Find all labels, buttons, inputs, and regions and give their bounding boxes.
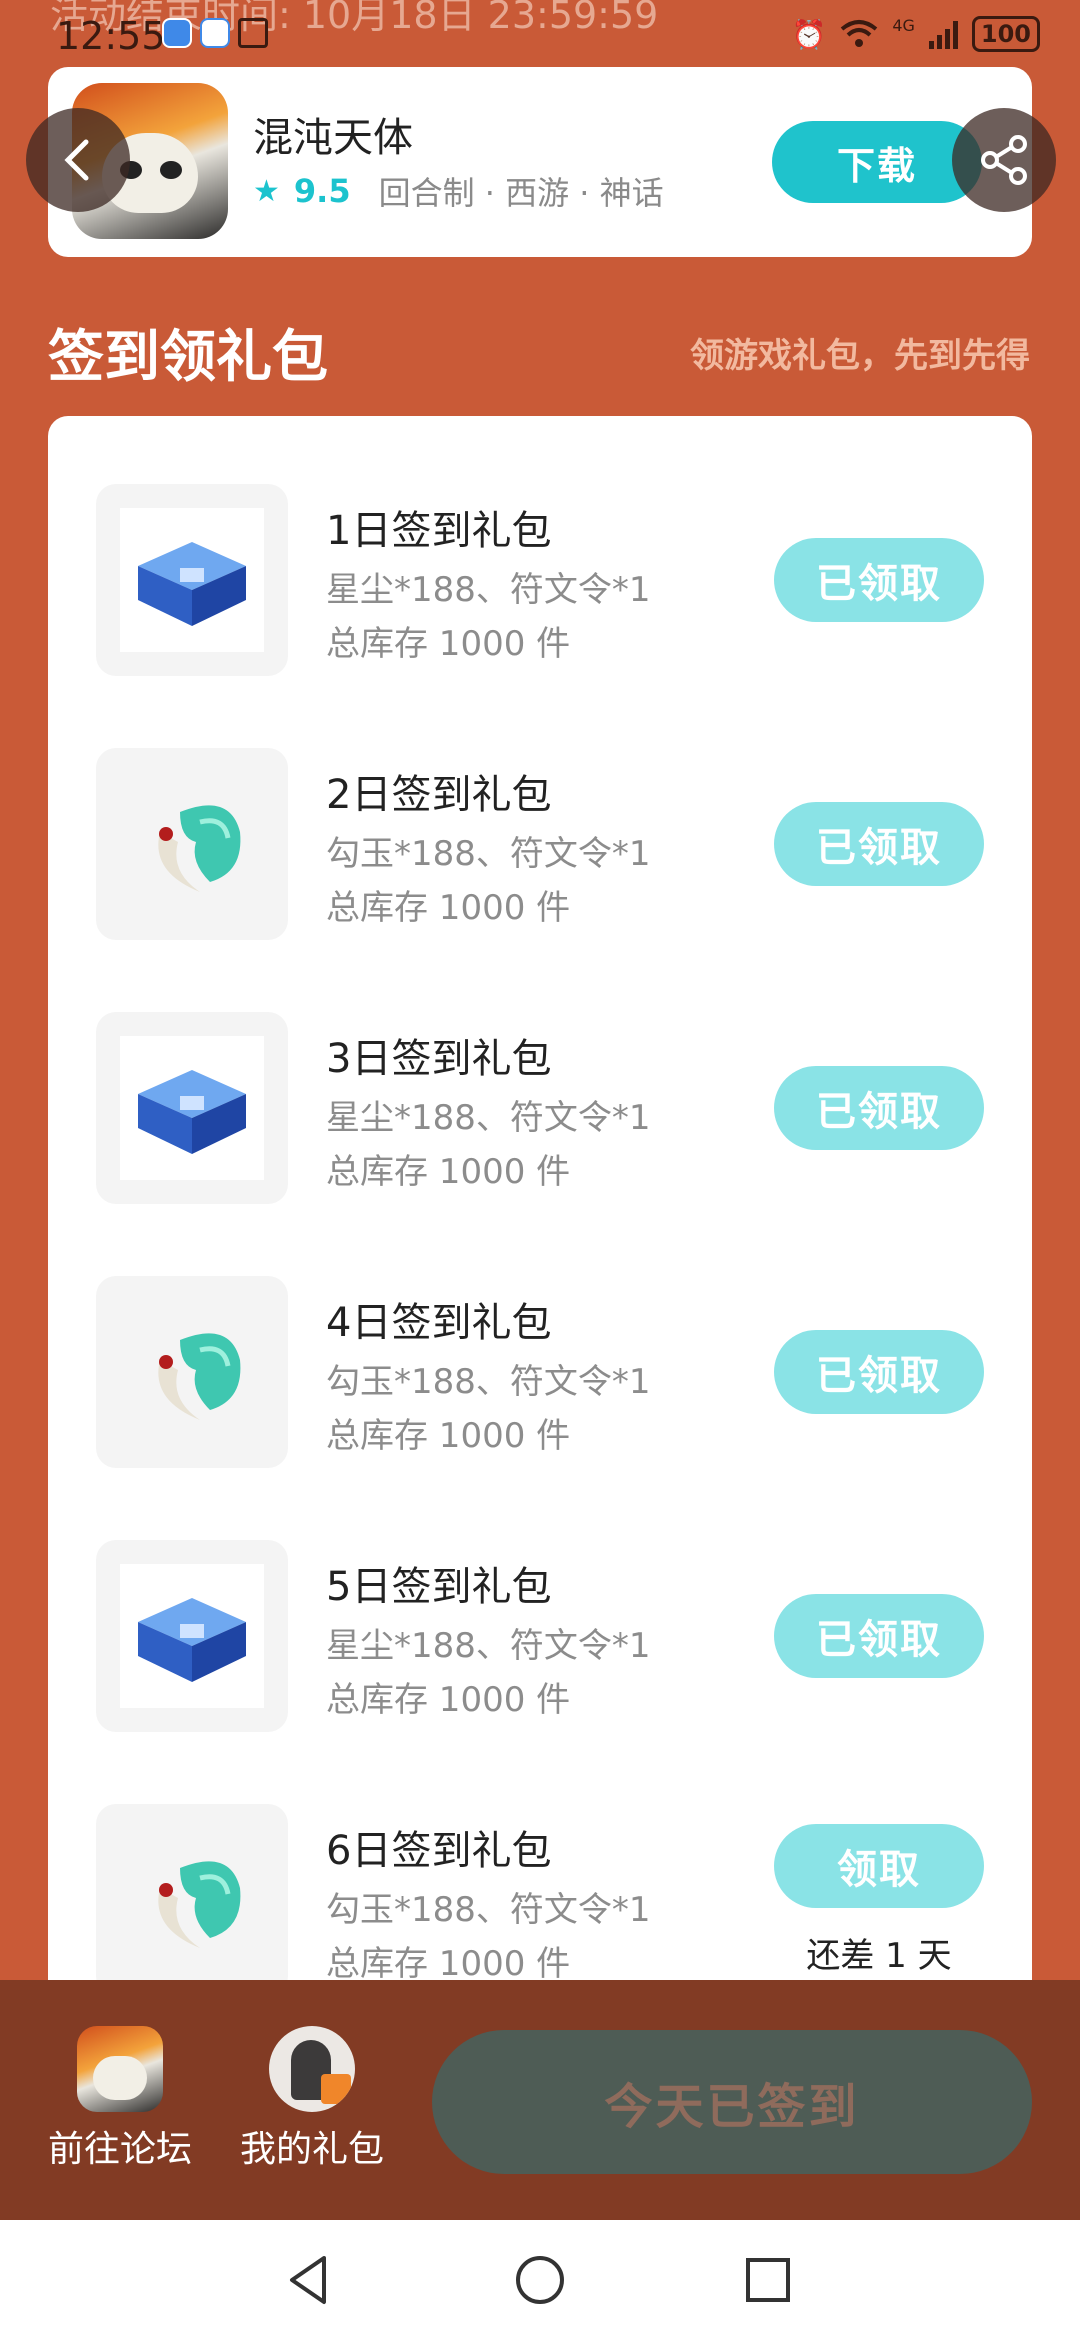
gift-name: 5日签到礼包 xyxy=(326,1564,552,1610)
wifi-icon xyxy=(841,20,878,47)
blue-chest-icon xyxy=(138,542,246,626)
gift-stock: 总库存 1000 件 xyxy=(326,1152,571,1192)
share-icon xyxy=(981,135,1027,185)
gift-row-day-2: 2日签到礼包 勾玉*188、符文令*1 总库存 1000 件 已领取 xyxy=(48,714,1032,978)
gift-content: 勾玉*188、符文令*1 xyxy=(326,1362,651,1402)
gift-list[interactable]: 1日签到礼包 星尘*188、符文令*1 总库存 1000 件 已领取 2日签到礼… xyxy=(48,416,1032,1996)
jade-icon xyxy=(158,1861,241,1948)
gift-name: 1日签到礼包 xyxy=(326,508,552,554)
chevron-left-icon xyxy=(64,139,89,181)
gift-stock: 总库存 1000 件 xyxy=(326,624,571,664)
jade-icon xyxy=(158,1333,241,1420)
download-button[interactable]: 下载 xyxy=(772,121,982,203)
gift-stock: 总库存 1000 件 xyxy=(326,888,571,928)
forum-label: 前往论坛 xyxy=(47,2129,192,2170)
gift-content: 星尘*188、符文令*1 xyxy=(326,570,651,610)
nfc-icon xyxy=(238,18,268,48)
gift-thumbnail xyxy=(96,1540,288,1732)
my-gifts-link[interactable]: 我的礼包 xyxy=(222,2026,402,2172)
battery-level: 100 xyxy=(980,20,1031,48)
star-icon: ★ xyxy=(253,173,280,209)
back-nav-icon[interactable] xyxy=(284,2254,334,2306)
gift-row-day-4: 4日签到礼包 勾玉*188、符文令*1 总库存 1000 件 已领取 xyxy=(48,1242,1032,1506)
recents-nav-icon[interactable] xyxy=(744,2256,792,2304)
status-bar: 12:55 ⏰ 4G 100 xyxy=(0,0,1080,68)
status-time: 12:55 xyxy=(56,14,166,58)
system-navigation-bar xyxy=(0,2220,1080,2340)
gift-thumbnail xyxy=(96,1276,288,1468)
weather-notification-icon xyxy=(200,18,230,48)
days-remaining-note: 还差 1 天 xyxy=(806,1936,952,1976)
gift-name: 2日签到礼包 xyxy=(326,772,552,818)
gift-name: 4日签到礼包 xyxy=(326,1300,552,1346)
gift-claimed-button[interactable]: 已领取 xyxy=(774,538,984,622)
gift-claim-button[interactable]: 领取 xyxy=(774,1824,984,1908)
blue-chest-icon xyxy=(138,1598,246,1682)
gift-name: 6日签到礼包 xyxy=(326,1828,552,1874)
section-subtitle: 领游戏礼包，先到先得 xyxy=(690,336,1030,376)
gift-row-day-5: 5日签到礼包 星尘*188、符文令*1 总库存 1000 件 已领取 xyxy=(48,1506,1032,1770)
back-button[interactable] xyxy=(26,108,130,212)
game-rating: 9.5 xyxy=(293,172,351,210)
gift-row-day-3: 3日签到礼包 星尘*188、符文令*1 总库存 1000 件 已领取 xyxy=(48,978,1032,1242)
jade-icon xyxy=(158,805,241,892)
gift-stock: 总库存 1000 件 xyxy=(326,1680,571,1720)
game-title: 混沌天体 xyxy=(253,115,413,161)
gift-thumbnail xyxy=(96,1012,288,1204)
game-meta: ★ 9.5 回合制 · 西游 · 神话 xyxy=(253,168,664,214)
game-forum-icon xyxy=(77,2026,163,2112)
blue-chest-icon xyxy=(138,1070,246,1154)
gift-thumbnail xyxy=(96,748,288,940)
gift-thumbnail xyxy=(96,484,288,676)
gift-content: 星尘*188、符文令*1 xyxy=(326,1626,651,1666)
gift-row-day-6: 6日签到礼包 勾玉*188、符文令*1 总库存 1000 件 领取 还差 1 天 xyxy=(48,1770,1032,1996)
gift-thumbnail xyxy=(96,1804,288,1996)
gift-stock: 总库存 1000 件 xyxy=(326,1944,571,1984)
notification-icons xyxy=(162,18,268,48)
network-type: 4G xyxy=(892,16,915,35)
forum-link[interactable]: 前往论坛 xyxy=(30,2026,210,2172)
gift-row-day-1: 1日签到礼包 星尘*188、符文令*1 总库存 1000 件 已领取 xyxy=(48,450,1032,714)
my-gifts-label: 我的礼包 xyxy=(239,2129,384,2170)
gift-claimed-button[interactable]: 已领取 xyxy=(774,1066,984,1150)
battery-icon: 100 xyxy=(971,16,1040,52)
share-button[interactable] xyxy=(952,108,1056,212)
bottom-action-bar: 前往论坛 我的礼包 今天已签到 xyxy=(0,1980,1080,2220)
gift-content: 星尘*188、符文令*1 xyxy=(326,1098,651,1138)
gift-content: 勾玉*188、符文令*1 xyxy=(326,1890,651,1930)
gift-name: 3日签到礼包 xyxy=(326,1036,552,1082)
gift-claimed-button[interactable]: 已领取 xyxy=(774,1330,984,1414)
alarm-icon: ⏰ xyxy=(791,17,827,51)
app-notification-icon xyxy=(162,18,192,48)
my-gifts-avatar-icon xyxy=(269,2026,355,2112)
game-info-card[interactable]: 混沌天体 ★ 9.5 回合制 · 西游 · 神话 下载 xyxy=(48,67,1032,257)
checked-in-today-button[interactable]: 今天已签到 xyxy=(432,2030,1032,2174)
status-indicators: ⏰ 4G 100 xyxy=(791,16,1040,52)
signal-icon xyxy=(928,19,958,49)
section-title: 签到领礼包 xyxy=(48,325,328,390)
home-nav-icon[interactable] xyxy=(514,2254,566,2306)
gift-claimed-button[interactable]: 已领取 xyxy=(774,1594,984,1678)
gift-stock: 总库存 1000 件 xyxy=(326,1416,571,1456)
game-tags: 回合制 · 西游 · 神话 xyxy=(378,174,664,212)
gift-content: 勾玉*188、符文令*1 xyxy=(326,834,651,874)
gift-claimed-button[interactable]: 已领取 xyxy=(774,802,984,886)
